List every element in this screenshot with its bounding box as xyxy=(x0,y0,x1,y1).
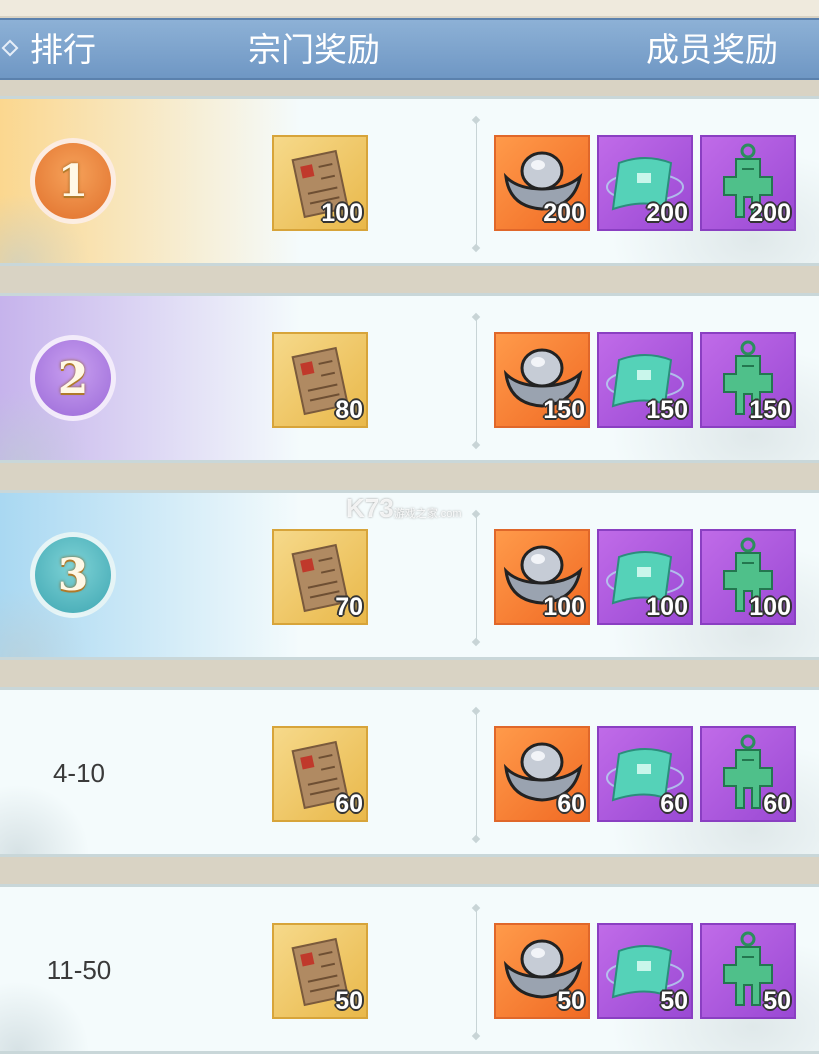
sect-reward-item[interactable]: 50 xyxy=(272,923,368,1019)
sect-reward-item[interactable]: 100 xyxy=(272,135,368,231)
item-quantity: 50 xyxy=(763,987,791,1015)
mountain-decoration xyxy=(0,784,90,854)
rank-number: 1 xyxy=(57,155,89,207)
item-quantity: 200 xyxy=(646,199,688,227)
member-reward-column-header: 成员奖励 xyxy=(646,30,778,69)
rank-number: 2 xyxy=(57,352,89,404)
column-divider xyxy=(476,320,477,442)
item-quantity: 50 xyxy=(660,987,688,1015)
top-strip xyxy=(0,0,819,16)
item-quantity: 150 xyxy=(646,396,688,424)
rank-range: 4-10 xyxy=(52,758,106,788)
member-reward-item[interactable]: 100 xyxy=(597,529,693,625)
column-divider xyxy=(476,714,477,836)
diamond-icon xyxy=(1,39,19,57)
item-quantity: 80 xyxy=(335,396,363,424)
member-reward-item[interactable]: 200 xyxy=(700,135,796,231)
reward-row: 11-50 50 50 50 50 xyxy=(0,884,819,1054)
reward-table-header: 排行 宗门奖励 成员奖励 xyxy=(0,18,819,80)
member-reward-item[interactable]: 60 xyxy=(597,726,693,822)
item-quantity: 70 xyxy=(335,593,363,621)
item-quantity: 200 xyxy=(543,199,585,227)
rank-badge: 2 xyxy=(30,335,116,421)
member-reward-item[interactable]: 60 xyxy=(700,726,796,822)
sect-reward-item[interactable]: 60 xyxy=(272,726,368,822)
item-quantity: 100 xyxy=(543,593,585,621)
sect-reward-item[interactable]: 80 xyxy=(272,332,368,428)
rank-badge: 1 xyxy=(30,138,116,224)
rank-number: 3 xyxy=(57,549,89,601)
item-quantity: 150 xyxy=(543,396,585,424)
column-divider xyxy=(476,911,477,1033)
item-quantity: 100 xyxy=(321,199,363,227)
item-quantity: 100 xyxy=(749,593,791,621)
item-quantity: 50 xyxy=(335,987,363,1015)
sect-reward-column-header: 宗门奖励 xyxy=(248,30,380,69)
reward-row: 4-10 60 60 60 60 xyxy=(0,687,819,857)
watermark-logo: K73游戏之家.com xyxy=(346,493,462,523)
item-quantity: 200 xyxy=(749,199,791,227)
mountain-decoration xyxy=(0,981,90,1051)
member-reward-item[interactable]: 50 xyxy=(597,923,693,1019)
item-quantity: 60 xyxy=(557,790,585,818)
member-reward-item[interactable]: 150 xyxy=(494,332,590,428)
member-reward-item[interactable]: 150 xyxy=(700,332,796,428)
member-reward-item[interactable]: 60 xyxy=(494,726,590,822)
rank-column-header: 排行 xyxy=(30,30,96,69)
reward-row: 1 100 200 200 200 xyxy=(0,96,819,266)
column-divider xyxy=(476,517,477,639)
item-quantity: 60 xyxy=(335,790,363,818)
column-divider xyxy=(476,123,477,245)
item-quantity: 50 xyxy=(557,987,585,1015)
member-reward-item[interactable]: 100 xyxy=(494,529,590,625)
member-reward-item[interactable]: 200 xyxy=(597,135,693,231)
item-quantity: 60 xyxy=(660,790,688,818)
member-reward-item[interactable]: 50 xyxy=(494,923,590,1019)
rank-range: 11-50 xyxy=(46,955,112,985)
item-quantity: 100 xyxy=(646,593,688,621)
member-reward-item[interactable]: 150 xyxy=(597,332,693,428)
sect-reward-item[interactable]: 70 xyxy=(272,529,368,625)
item-quantity: 150 xyxy=(749,396,791,424)
reward-row: 2 80 150 150 150 xyxy=(0,293,819,463)
item-quantity: 60 xyxy=(763,790,791,818)
member-reward-item[interactable]: 100 xyxy=(700,529,796,625)
rank-badge: 3 xyxy=(30,532,116,618)
member-reward-item[interactable]: 200 xyxy=(494,135,590,231)
member-reward-item[interactable]: 50 xyxy=(700,923,796,1019)
